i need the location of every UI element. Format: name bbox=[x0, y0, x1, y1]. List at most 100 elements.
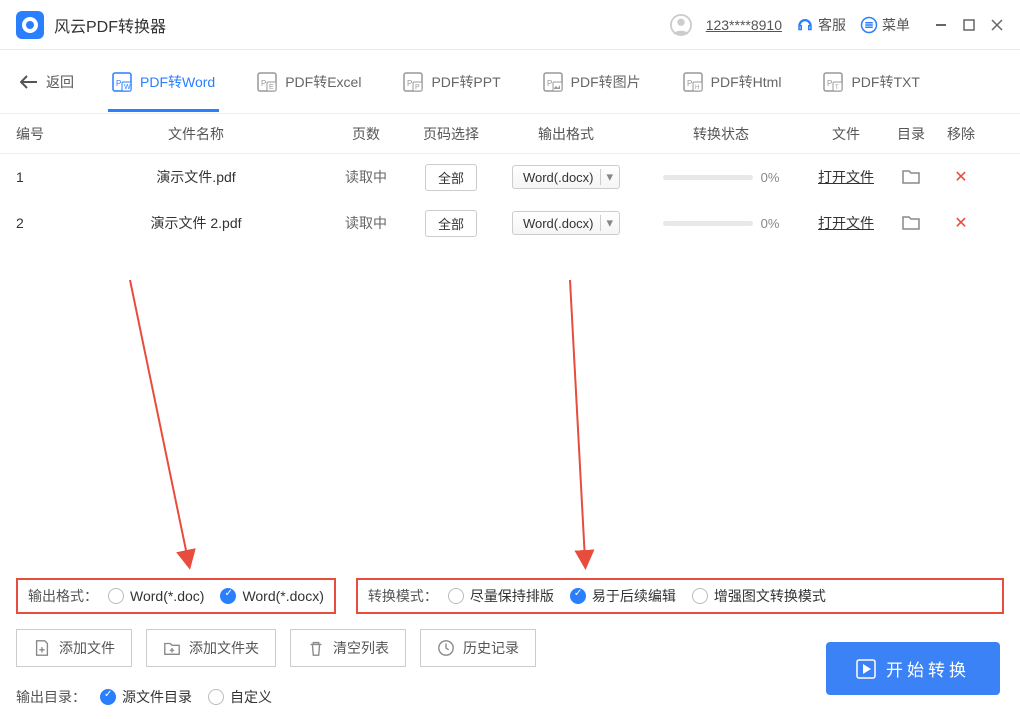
close-button[interactable] bbox=[990, 18, 1004, 32]
back-arrow-icon bbox=[20, 75, 38, 89]
headset-icon bbox=[796, 16, 814, 34]
svg-text:H: H bbox=[695, 85, 699, 91]
progress-bar bbox=[663, 175, 753, 180]
tab-pdf-to-txt[interactable]: PT PDF转TXT bbox=[819, 52, 923, 112]
tab-pdf-to-ppt[interactable]: PP PDF转PPT bbox=[399, 52, 504, 112]
svg-text:P: P bbox=[687, 79, 692, 88]
svg-text:P: P bbox=[261, 79, 266, 88]
convert-mode-option[interactable]: 易于后续编辑 bbox=[570, 586, 676, 606]
folder-icon[interactable] bbox=[902, 168, 920, 184]
app-logo-icon bbox=[16, 11, 44, 39]
convert-mode-box: 转换模式： 尽量保持排版易于后续编辑增强图文转换模式 bbox=[356, 578, 1004, 614]
svg-text:P: P bbox=[116, 79, 121, 88]
svg-text:P: P bbox=[547, 79, 552, 88]
chevron-down-icon: ▾ bbox=[600, 215, 614, 231]
radio-icon bbox=[108, 588, 124, 604]
svg-text:P: P bbox=[827, 79, 832, 88]
app-title: 风云PDF转换器 bbox=[54, 13, 670, 37]
convert-mode-option[interactable]: 尽量保持排版 bbox=[448, 586, 554, 606]
output-format-box: 输出格式： Word(*.doc) Word(*.docx) bbox=[16, 578, 336, 614]
radio-label: 源文件目录 bbox=[122, 687, 192, 707]
progress-percent: 0% bbox=[761, 170, 780, 185]
output-format-label: 输出格式： bbox=[28, 586, 98, 606]
minimize-button[interactable] bbox=[934, 18, 948, 32]
row-filename: 演示文件.pdf bbox=[66, 167, 326, 187]
radio-label: 尽量保持排版 bbox=[470, 586, 554, 606]
radio-icon bbox=[448, 588, 464, 604]
image-icon: P bbox=[543, 72, 563, 92]
open-file-link[interactable]: 打开文件 bbox=[818, 169, 874, 185]
avatar-icon bbox=[670, 14, 692, 36]
add-file-label: 添加文件 bbox=[59, 638, 115, 658]
page-select-button[interactable]: 全部 bbox=[425, 210, 477, 237]
svg-text:E: E bbox=[269, 84, 274, 91]
table-row: 2 演示文件 2.pdf 读取中 全部 Word(.docx)▾ 0% 打开文件… bbox=[0, 200, 1020, 246]
col-filename: 文件名称 bbox=[66, 124, 326, 144]
col-pages: 页数 bbox=[326, 124, 406, 144]
annotation-arrow-right bbox=[560, 280, 620, 570]
clear-list-label: 清空列表 bbox=[333, 638, 389, 658]
radio-label: Word(*.docx) bbox=[242, 588, 323, 604]
txt-icon: PT bbox=[823, 72, 843, 92]
tab-pdf-to-excel[interactable]: PE PDF转Excel bbox=[253, 52, 365, 112]
table-row: 1 演示文件.pdf 读取中 全部 Word(.docx)▾ 0% 打开文件 ✕ bbox=[0, 154, 1020, 200]
radio-label: Word(*.doc) bbox=[130, 588, 204, 604]
page-select-button[interactable]: 全部 bbox=[425, 164, 477, 191]
open-file-link[interactable]: 打开文件 bbox=[818, 215, 874, 231]
outdir-option[interactable]: 自定义 bbox=[208, 687, 272, 707]
outdir-label: 输出目录： bbox=[16, 687, 86, 707]
clear-list-button[interactable]: 清空列表 bbox=[290, 629, 406, 667]
menu-button[interactable]: 菜单 bbox=[860, 15, 910, 35]
tab-label: PDF转Word bbox=[140, 72, 215, 92]
excel-icon: PE bbox=[257, 72, 277, 92]
clock-icon bbox=[437, 639, 455, 657]
col-index: 编号 bbox=[16, 124, 66, 144]
history-button[interactable]: 历史记录 bbox=[420, 629, 536, 667]
svg-text:P: P bbox=[415, 84, 420, 91]
convert-mode-label: 转换模式： bbox=[368, 586, 438, 606]
radio-icon bbox=[692, 588, 708, 604]
tab-pdf-to-word[interactable]: PW PDF转Word bbox=[108, 52, 219, 112]
output-format-option[interactable]: Word(*.docx) bbox=[220, 588, 323, 604]
maximize-button[interactable] bbox=[962, 18, 976, 32]
add-folder-button[interactable]: 添加文件夹 bbox=[146, 629, 276, 667]
output-format-select[interactable]: Word(.docx)▾ bbox=[512, 211, 620, 235]
output-format-select[interactable]: Word(.docx)▾ bbox=[512, 165, 620, 189]
folder-icon[interactable] bbox=[902, 214, 920, 230]
customer-service-label: 客服 bbox=[818, 15, 846, 35]
customer-service-button[interactable]: 客服 bbox=[796, 15, 846, 35]
convert-mode-option[interactable]: 增强图文转换模式 bbox=[692, 586, 826, 606]
col-dir: 目录 bbox=[886, 124, 936, 144]
add-file-icon bbox=[33, 639, 51, 657]
word-icon: PW bbox=[112, 72, 132, 92]
tab-pdf-to-image[interactable]: P PDF转图片 bbox=[539, 52, 645, 112]
tab-label: PDF转TXT bbox=[851, 72, 919, 92]
row-pages: 读取中 bbox=[326, 213, 406, 233]
tab-label: PDF转Excel bbox=[285, 72, 361, 92]
output-format-option[interactable]: Word(*.doc) bbox=[108, 588, 204, 604]
tab-pdf-to-html[interactable]: PH PDF转Html bbox=[679, 52, 786, 112]
svg-text:T: T bbox=[835, 85, 839, 91]
play-icon bbox=[856, 659, 876, 679]
annotation-arrow-left bbox=[120, 280, 220, 570]
remove-button[interactable]: ✕ bbox=[954, 215, 967, 232]
remove-button[interactable]: ✕ bbox=[954, 169, 967, 186]
ppt-icon: PP bbox=[403, 72, 423, 92]
radio-label: 自定义 bbox=[230, 687, 272, 707]
svg-text:W: W bbox=[124, 84, 131, 91]
chevron-down-icon: ▾ bbox=[600, 169, 614, 185]
history-label: 历史记录 bbox=[463, 638, 519, 658]
back-label: 返回 bbox=[46, 72, 74, 92]
add-file-button[interactable]: 添加文件 bbox=[16, 629, 132, 667]
add-folder-label: 添加文件夹 bbox=[189, 638, 259, 658]
start-convert-label: 开始转换 bbox=[886, 656, 970, 681]
outdir-option[interactable]: 源文件目录 bbox=[100, 687, 192, 707]
tab-label: PDF转PPT bbox=[431, 72, 500, 92]
account-link[interactable]: 123****8910 bbox=[706, 17, 782, 33]
row-pages: 读取中 bbox=[326, 167, 406, 187]
back-button[interactable]: 返回 bbox=[20, 72, 74, 92]
col-status: 转换状态 bbox=[636, 124, 806, 144]
start-convert-button[interactable]: 开始转换 bbox=[826, 642, 1000, 695]
col-outfmt: 输出格式 bbox=[496, 124, 636, 144]
col-file: 文件 bbox=[806, 124, 886, 144]
